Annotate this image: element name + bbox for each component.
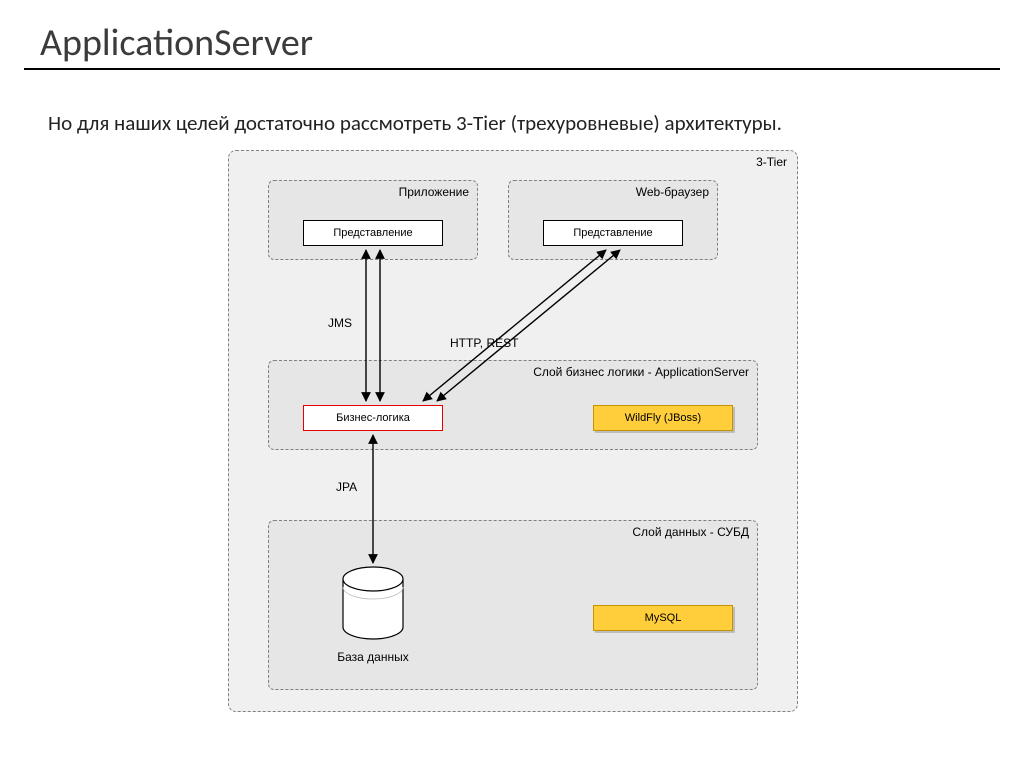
- business-layer-label: Слой бизнес логики - ApplicationServer: [533, 365, 749, 379]
- client-app-presentation-box: Представление: [303, 220, 443, 246]
- database-caption: База данных: [313, 650, 433, 664]
- data-layer-label: Слой данных - СУБД: [632, 525, 749, 539]
- http-rest-label: HTTP, REST: [450, 336, 518, 350]
- title-underline: [24, 68, 1000, 70]
- jms-label: JMS: [328, 316, 352, 330]
- business-logic-box: Бизнес-логика: [303, 405, 443, 431]
- database-icon: [338, 565, 408, 648]
- web-browser-label: Web-браузер: [636, 185, 709, 199]
- jpa-label: JPA: [336, 480, 357, 494]
- body-text: Но для наших целей достаточно рассмотрет…: [48, 110, 782, 136]
- web-presentation-box: Представление: [543, 220, 683, 246]
- page-title: ApplicationServer: [40, 20, 313, 66]
- three-tier-label: 3-Tier: [756, 155, 787, 169]
- client-app-label: Приложение: [399, 185, 469, 199]
- architecture-diagram: 3-Tier Приложение Представление Web-брау…: [228, 150, 798, 712]
- wildfly-box: WildFly (JBoss): [593, 405, 733, 431]
- mysql-box: MySQL: [593, 605, 733, 631]
